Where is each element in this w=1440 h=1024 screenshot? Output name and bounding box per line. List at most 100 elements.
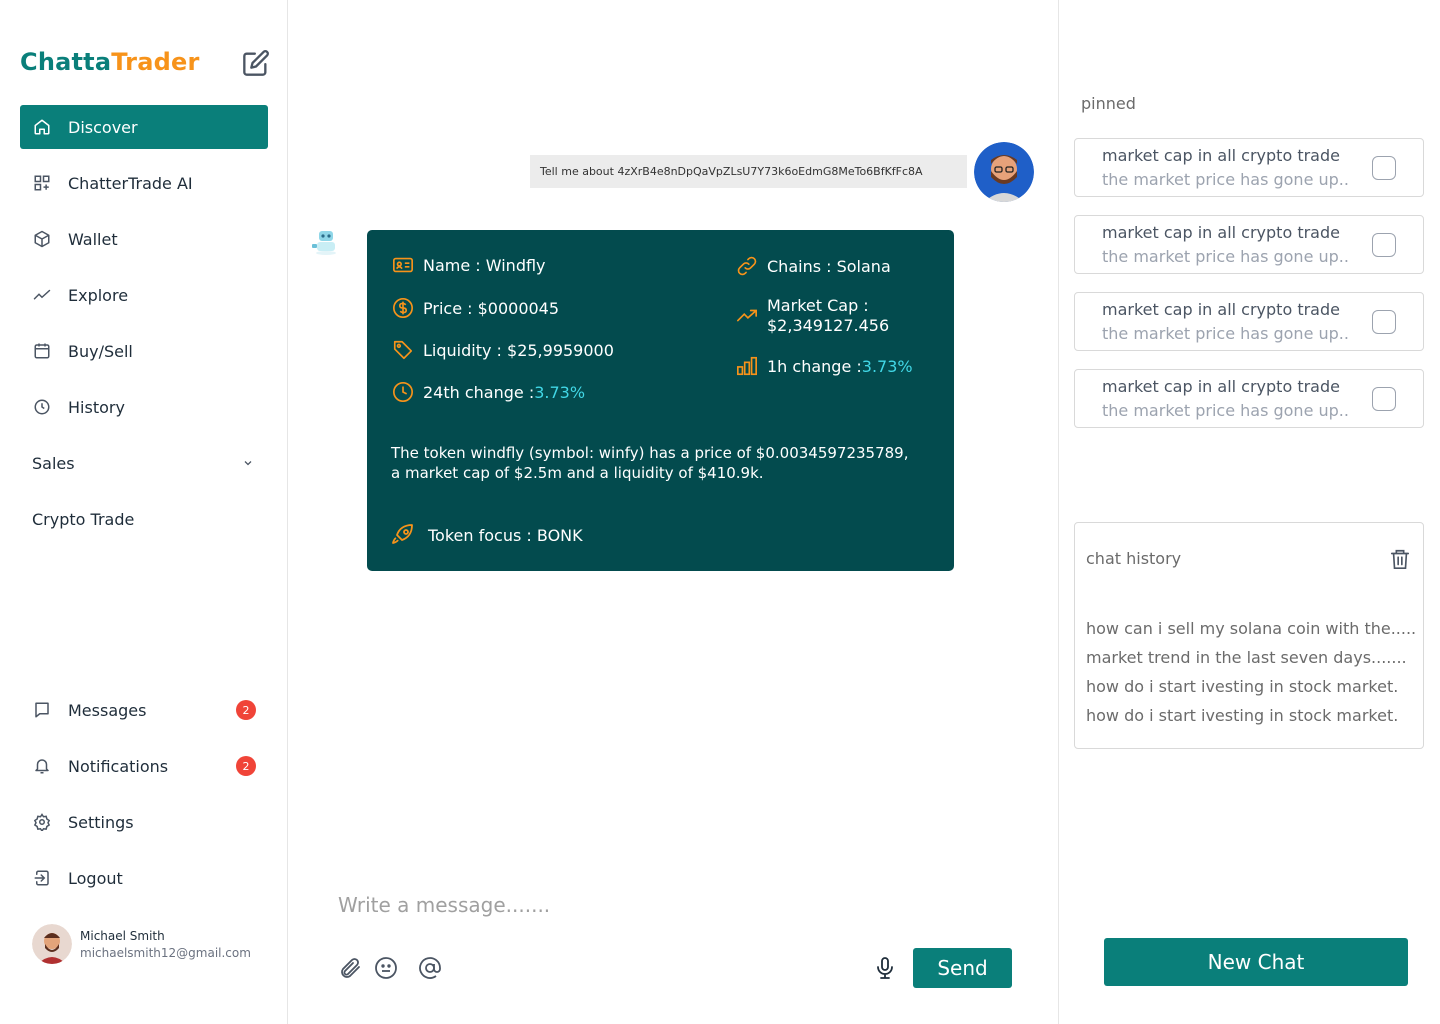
mention-icon[interactable] — [416, 954, 444, 982]
new-chat-edit-icon[interactable] — [242, 49, 270, 77]
pinned-item-checkbox[interactable] — [1372, 156, 1396, 180]
unread-badge: 2 — [236, 700, 256, 720]
token-price-field: Price : $0000045 — [391, 296, 559, 320]
pinned-item-checkbox[interactable] — [1372, 233, 1396, 257]
bar-chart-icon — [735, 354, 759, 378]
nav-label: Wallet — [68, 229, 118, 249]
token-info-card: Name : Windfly Price : $0000045 Liquidit… — [367, 230, 954, 571]
nav-label: Explore — [68, 285, 129, 305]
chat-history-panel: chat history how can i sell my solana co… — [1074, 522, 1424, 749]
new-chat-button[interactable]: New Chat — [1104, 938, 1408, 986]
bot-avatar — [310, 228, 338, 256]
brand-logo[interactable]: ChattaTrader — [20, 48, 200, 76]
nav-label: Notifications — [68, 756, 169, 776]
change-24h-value: 3.73% — [534, 382, 586, 402]
nav-item-chattertrade-ai[interactable]: ChatterTrade AI — [20, 161, 268, 205]
nav-item-discover[interactable]: Discover — [20, 105, 268, 149]
main-nav: Discover ChatterTrade AI Wallet Explore … — [20, 105, 268, 553]
clock-icon — [32, 397, 52, 417]
user-message-bubble: Tell me about 4zXrB4e8nDpQaVpZLsU7Y73k6o… — [530, 155, 967, 188]
nav-label: Crypto Trade — [32, 509, 135, 529]
box-icon — [32, 229, 52, 249]
chat-area: Tell me about 4zXrB4e8nDpQaVpZLsU7Y73k6o… — [288, 0, 1059, 1024]
token-market-cap-field: Market Cap : $2,349127.456 — [735, 296, 889, 336]
history-item[interactable]: how can i sell my solana coin with the..… — [1086, 619, 1416, 638]
nav-item-wallet[interactable]: Wallet — [20, 217, 268, 261]
id-card-icon — [391, 253, 415, 277]
nav-section-sales[interactable]: Sales — [20, 441, 268, 485]
token-focus-field: Token focus : BONK — [391, 523, 583, 547]
nav-item-messages[interactable]: Messages 2 — [20, 688, 268, 732]
message-icon — [32, 700, 52, 720]
sidebar: ChattaTrader Discover ChatterTrade AI Wa… — [0, 0, 288, 1024]
pinned-item-checkbox[interactable] — [1372, 310, 1396, 334]
user-profile[interactable]: Michael Smith michaelsmith12@gmail.com — [32, 924, 251, 964]
profile-email: michaelsmith12@gmail.com — [80, 945, 251, 960]
nav-label: Logout — [68, 868, 123, 888]
market-cap-value: $2,349127.456 — [767, 316, 890, 335]
pinned-item-subtitle: the market price has gone up.. — [1102, 247, 1349, 266]
pinned-item-subtitle: the market price has gone up.. — [1102, 170, 1349, 189]
right-panel: pinned market cap in all crypto trade th… — [1059, 0, 1440, 1024]
trending-up-icon — [735, 304, 759, 328]
pinned-item[interactable]: market cap in all crypto trade the marke… — [1074, 369, 1424, 428]
pinned-item-checkbox[interactable] — [1372, 387, 1396, 411]
tag-icon — [391, 338, 415, 362]
chat-history-heading: chat history — [1086, 549, 1182, 568]
paperclip-icon[interactable] — [336, 954, 364, 982]
unread-badge: 2 — [236, 756, 256, 776]
send-button[interactable]: Send — [913, 948, 1012, 988]
brand-part2: Trader — [111, 48, 200, 76]
token-1h-change-field: 1h change : 3.73% — [735, 354, 913, 378]
nav-label: Messages — [68, 700, 147, 720]
profile-name: Michael Smith — [80, 928, 165, 943]
nav-label: History — [68, 397, 125, 417]
change-1h-label: 1h change : — [767, 356, 862, 376]
nav-item-notifications[interactable]: Notifications 2 — [20, 744, 268, 788]
pinned-heading: pinned — [1081, 94, 1136, 113]
nav-item-explore[interactable]: Explore — [20, 273, 268, 317]
bell-icon — [32, 756, 52, 776]
token-description: The token windfly (symbol: winfy) has a … — [391, 444, 909, 482]
token-focus: Token focus : BONK — [428, 525, 583, 545]
nav-label: Settings — [68, 812, 134, 832]
pinned-item[interactable]: market cap in all crypto trade the marke… — [1074, 215, 1424, 274]
clock-icon — [391, 380, 415, 404]
brand-part1: Chatta — [20, 48, 112, 76]
pinned-item[interactable]: market cap in all crypto trade the marke… — [1074, 138, 1424, 197]
pinned-item[interactable]: market cap in all crypto trade the marke… — [1074, 292, 1424, 351]
market-cap-label: Market Cap : — [767, 296, 869, 315]
nav-label: Buy/Sell — [68, 341, 133, 361]
chevron-down-icon — [242, 454, 254, 473]
microphone-icon[interactable] — [871, 954, 899, 982]
history-item[interactable]: market trend in the last seven days.....… — [1086, 648, 1407, 667]
history-item[interactable]: how do i start ivesting in stock market. — [1086, 706, 1398, 725]
history-item[interactable]: how do i start ivesting in stock market. — [1086, 677, 1398, 696]
dollar-icon — [391, 296, 415, 320]
token-name-field: Name : Windfly — [391, 253, 546, 277]
token-chains: Chains : Solana — [767, 256, 891, 276]
token-24h-change-field: 24th change : 3.73% — [391, 380, 585, 404]
link-icon — [735, 254, 759, 278]
nav-label: ChatterTrade AI — [68, 173, 193, 193]
pinned-item-title: market cap in all crypto trade — [1102, 146, 1340, 165]
nav-label: Sales — [32, 453, 75, 473]
trend-icon — [32, 285, 52, 305]
nav-item-logout[interactable]: Logout — [20, 856, 268, 900]
token-liquidity-field: Liquidity : $25,9959000 — [391, 338, 614, 362]
token-liquidity: Liquidity : $25,9959000 — [423, 340, 614, 360]
nav-item-settings[interactable]: Settings — [20, 800, 268, 844]
token-price: Price : $0000045 — [423, 298, 560, 318]
nav-label: Discover — [68, 117, 138, 137]
trash-icon[interactable] — [1389, 547, 1411, 571]
avatar — [32, 924, 72, 964]
nav-item-history[interactable]: History — [20, 385, 268, 429]
change-24h-label: 24th change : — [423, 382, 535, 402]
message-input[interactable] — [338, 888, 998, 922]
pinned-item-subtitle: the market price has gone up.. — [1102, 324, 1349, 343]
home-icon — [32, 117, 52, 137]
nav-section-crypto-trade[interactable]: Crypto Trade — [20, 497, 268, 541]
nav-item-buy-sell[interactable]: Buy/Sell — [20, 329, 268, 373]
rocket-icon — [391, 523, 415, 547]
emoji-icon[interactable] — [372, 954, 400, 982]
